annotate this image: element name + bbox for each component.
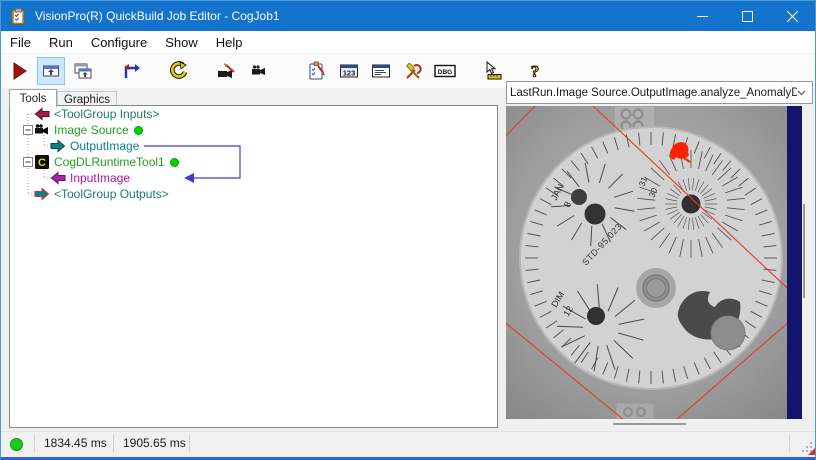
minimize-icon — [697, 15, 708, 17]
tree-row-outputimage[interactable]: OutputImage — [10, 138, 497, 154]
properties-icon — [372, 64, 390, 78]
run-once-button[interactable] — [37, 57, 65, 85]
output-arrow-icon — [50, 139, 66, 153]
tree-row-cogdlruntimetool1[interactable]: C CogDLRuntimeTool1 — [10, 154, 497, 170]
run-continuous-button[interactable] — [69, 57, 97, 85]
tree-row-toolgroup-outputs[interactable]: <ToolGroup Outputs> — [10, 186, 497, 202]
result-image-selector[interactable]: LastRun.Image Source.OutputImage.analyze… — [506, 81, 813, 104]
reset-button[interactable] — [117, 57, 145, 85]
camera-pencil-icon — [218, 62, 235, 78]
posted-items-button[interactable]: 123 — [335, 57, 363, 85]
vertical-scrollbar-thumb[interactable] — [803, 204, 805, 298]
refresh-arrow-icon — [170, 61, 188, 79]
status-separator — [34, 435, 35, 452]
menu-run[interactable]: Run — [40, 33, 82, 52]
image-source-button[interactable] — [245, 57, 273, 85]
options-button[interactable] — [399, 57, 427, 85]
status-dot — [133, 125, 143, 135]
numbers-icon: 123 — [340, 64, 358, 78]
tree-label: <ToolGroup Inputs> — [54, 107, 160, 121]
camera-icon — [252, 65, 265, 75]
tab-tools[interactable]: Tools — [9, 89, 57, 107]
menu-bar: File Run Configure Show Help — [1, 31, 815, 54]
debug-button[interactable]: DBG — [431, 57, 459, 85]
maximize-icon — [742, 10, 753, 22]
status-separator — [113, 435, 114, 452]
resize-grip-corner — [808, 448, 815, 455]
title-bar: VisionPro(R) QuickBuild Job Editor - Cog… — [1, 1, 815, 31]
tree-label: CogDLRuntimeTool1 — [54, 155, 165, 169]
watch-dial — [519, 126, 783, 390]
numbers-label: 123 — [343, 69, 356, 78]
horizontal-scrollbar-thumb[interactable] — [613, 423, 686, 425]
camera-icon — [35, 124, 48, 135]
edit-acquisition-button[interactable] — [213, 57, 241, 85]
pointer-ruler-icon — [486, 61, 502, 80]
status-bar: 1834.45 ms 1905.65 ms — [1, 431, 815, 455]
job-checklist-button[interactable] — [303, 57, 331, 85]
play-icon — [13, 62, 27, 80]
tree-row-image-source[interactable]: Image Source — [10, 122, 497, 138]
run-continuous-icon — [74, 63, 92, 79]
left-subdial-dot2 — [584, 203, 606, 225]
tree-label: OutputImage — [70, 139, 140, 153]
bottom-subdial-dot — [587, 307, 605, 325]
cognex-tool-icon: C — [35, 155, 49, 169]
app-window: VisionPro(R) QuickBuild Job Editor - Cog… — [0, 0, 816, 460]
tool-tree-panel: <ToolGroup Inputs> Image Source OutputIm… — [9, 105, 498, 428]
maximize-button[interactable] — [725, 1, 770, 31]
watch-band-bottom — [615, 402, 655, 419]
output-terminal-icon — [34, 187, 50, 201]
run-once-icon — [43, 65, 59, 77]
input-terminal-icon — [34, 107, 50, 121]
tools-icon — [406, 63, 422, 79]
app-icon — [11, 7, 25, 24]
window-title: VisionPro(R) QuickBuild Job Editor - Cog… — [35, 9, 280, 23]
left-subdial-dot — [571, 189, 587, 205]
chevron-down-icon — [797, 90, 806, 95]
properties-button[interactable] — [367, 57, 395, 85]
tree-row-toolgroup-inputs[interactable]: <ToolGroup Inputs> — [10, 106, 497, 122]
moon-disc — [710, 315, 746, 351]
minimize-button[interactable] — [680, 1, 725, 31]
tree-label: <ToolGroup Outputs> — [54, 187, 169, 201]
debug-label: DBG — [438, 69, 452, 76]
debug-icon: DBG — [434, 64, 456, 78]
center-post-inner — [646, 278, 666, 298]
menu-help[interactable]: Help — [207, 33, 252, 52]
svg-text:C: C — [38, 157, 46, 169]
status-time-2: 1905.65 ms — [123, 436, 186, 450]
navy-bar — [787, 106, 802, 419]
tree-label: Image Source — [54, 123, 129, 137]
menu-file[interactable]: File — [1, 33, 40, 52]
tree-row-inputimage[interactable]: InputImage — [10, 170, 497, 186]
measure-button[interactable] — [479, 57, 507, 85]
menu-configure[interactable]: Configure — [82, 33, 156, 52]
status-dot — [169, 157, 179, 167]
selected-result: LastRun.Image Source.OutputImage.analyze… — [510, 86, 797, 99]
menu-show[interactable]: Show — [156, 33, 207, 52]
clipboard-pencil-icon — [309, 61, 325, 80]
tree-label: InputImage — [70, 171, 131, 185]
close-button[interactable] — [770, 1, 815, 31]
run-job-button[interactable] — [5, 57, 33, 85]
status-separator — [189, 435, 190, 452]
close-icon — [787, 10, 798, 22]
job-status-indicator — [10, 438, 23, 451]
help-label: ? — [531, 62, 540, 81]
image-display[interactable]: JAN 8 31 30 STD-95.023 DIM 12 — [506, 106, 802, 419]
reset-icon — [124, 64, 140, 78]
status-time-1: 1834.45 ms — [44, 436, 107, 450]
rerun-button[interactable] — [165, 57, 193, 85]
input-arrow-icon — [50, 171, 66, 185]
status-separator — [789, 435, 790, 452]
help-icon: ? — [530, 62, 540, 81]
